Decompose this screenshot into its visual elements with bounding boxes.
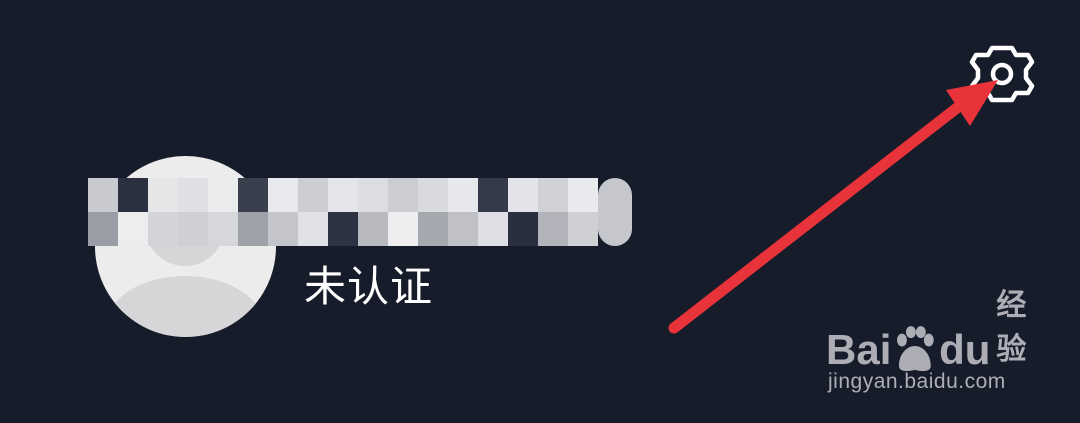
watermark-brand-bai: Bai	[826, 326, 892, 373]
watermark: Bai du 经验 jingyan.baidu.com	[826, 288, 1056, 406]
watermark-brand: Bai du 经验	[826, 288, 1056, 373]
watermark-brand-suffix: 经验	[996, 288, 1027, 367]
settings-button[interactable]	[962, 38, 1042, 110]
paw-logo-icon	[897, 326, 935, 372]
username-mosaic	[88, 178, 632, 246]
gear-icon	[969, 45, 1035, 103]
watermark-url: jingyan.baidu.com	[828, 370, 1006, 393]
watermark-brand-du: du	[939, 326, 991, 373]
verify-status-label: 未认证	[304, 262, 434, 311]
profile-screen: 未认证 Bai du 经验 jingyan.baidu.com	[0, 0, 1080, 423]
